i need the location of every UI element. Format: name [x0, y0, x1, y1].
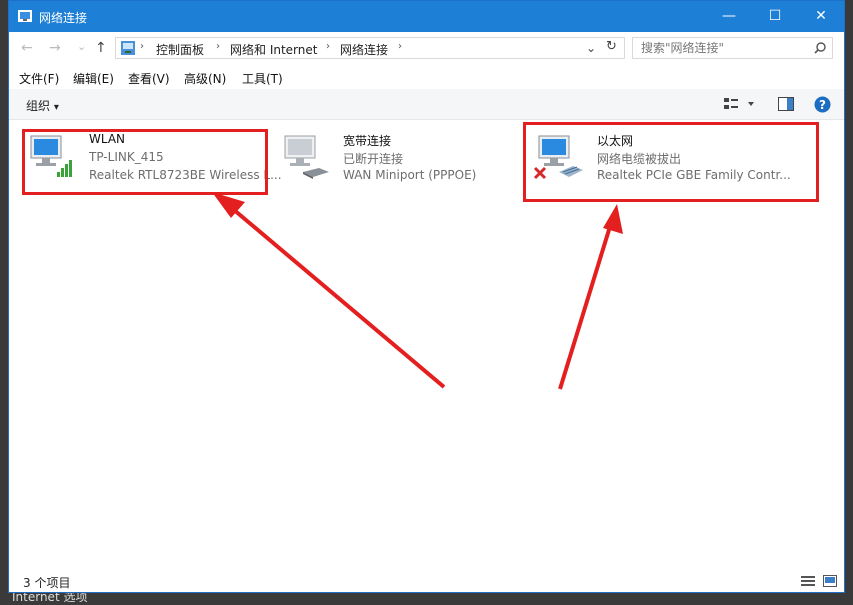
forward-button[interactable]: →: [49, 40, 61, 56]
address-bar-row: ← → ⌄ ↑ › 控制面板 › 网络和 Internet › 网络连接 › ⌄…: [9, 32, 844, 66]
control-panel-icon: [121, 41, 135, 55]
menu-edit[interactable]: 编辑(E): [73, 70, 114, 87]
large-icons-view-icon[interactable]: [823, 575, 837, 587]
menu-advanced[interactable]: 高级(N): [184, 70, 226, 87]
change-view-icon[interactable]: [724, 97, 754, 111]
title-bar: 网络连接 — ☐ ✕: [9, 1, 844, 32]
maximize-button[interactable]: ☐: [752, 1, 798, 32]
window-title: 网络连接: [39, 11, 88, 25]
menu-view[interactable]: 查看(V): [128, 70, 170, 87]
preview-pane-icon[interactable]: [778, 97, 794, 111]
recent-locations-button[interactable]: ⌄: [77, 40, 86, 53]
search-input[interactable]: 搜索"网络连接": [632, 37, 833, 59]
address-field[interactable]: › 控制面板 › 网络和 Internet › 网络连接 › ⌄ ↻: [115, 37, 625, 59]
breadcrumb-network-connections[interactable]: 网络连接: [340, 41, 388, 58]
explorer-window: 网络连接 — ☐ ✕ ← → ⌄ ↑ › 控制面板 › 网络和 Internet…: [8, 0, 845, 593]
refresh-button[interactable]: ↻: [606, 39, 617, 54]
organize-dropdown-icon: ▾: [53, 102, 59, 113]
menu-file[interactable]: 文件(F): [19, 70, 59, 87]
annotation-arrows: [212, 192, 623, 390]
details-view-icon[interactable]: [801, 575, 815, 587]
svg-text:?: ?: [819, 98, 826, 112]
breadcrumb-control-panel[interactable]: 控制面板: [156, 41, 204, 58]
back-button[interactable]: ←: [21, 40, 33, 56]
network-folder-icon: [18, 10, 32, 22]
organize-button[interactable]: 组织 ▾: [26, 97, 59, 114]
address-dropdown-button[interactable]: ⌄: [586, 41, 596, 55]
menu-tools[interactable]: 工具(T): [242, 70, 283, 87]
search-icon: [814, 42, 826, 54]
status-bar: 3 个项目: [9, 570, 844, 592]
up-button[interactable]: ↑: [95, 40, 107, 56]
connections-list: WLAN TP-LINK_415 Realtek RTL8723BE Wirel…: [9, 120, 844, 570]
command-bar: 组织 ▾ ?: [9, 89, 844, 120]
help-icon[interactable]: ?: [814, 96, 831, 113]
item-count: 3 个项目: [23, 576, 71, 590]
close-button[interactable]: ✕: [798, 1, 844, 32]
minimize-button[interactable]: —: [706, 1, 752, 32]
menu-bar: 文件(F) 编辑(E) 查看(V) 高级(N) 工具(T): [9, 67, 844, 89]
breadcrumb-network-internet[interactable]: 网络和 Internet: [230, 41, 317, 58]
